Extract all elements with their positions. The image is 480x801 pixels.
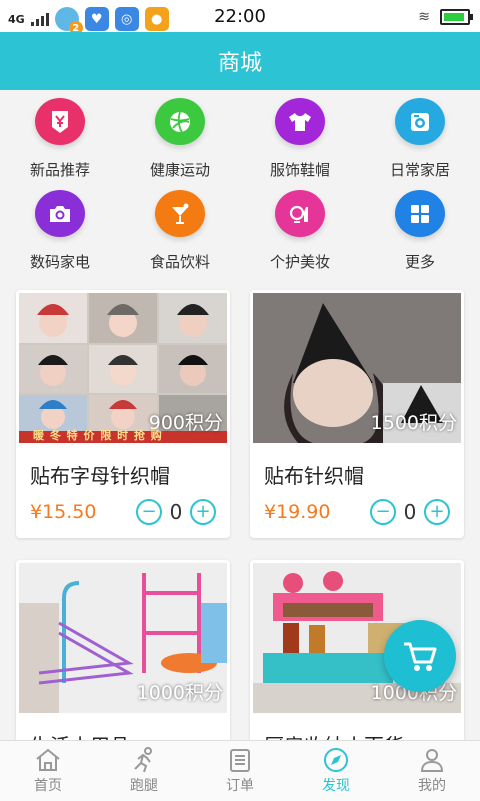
product-card[interactable]: 1000积分 生活小用品 (16, 560, 230, 760)
quantity-value: 0 (403, 500, 417, 524)
price-row: ¥15.50 − 0 + (16, 489, 230, 525)
points-label: 1000积分 (136, 682, 223, 704)
category-label: 更多 (404, 253, 435, 271)
quantity-value: 0 (169, 500, 183, 524)
runner-icon (134, 747, 152, 773)
product-card[interactable]: 1500积分 贴布针织帽 ¥19.90 − 0 + (250, 290, 464, 538)
category-label: 健康运动 (149, 161, 210, 179)
tab-errand[interactable]: 跑腿 (96, 741, 192, 801)
category-grid: 新品推荐 健康运动 服饰鞋帽 日常家居 数码家电 食品饮料 个护美妆 更多 (0, 90, 480, 280)
page-title: 商城 (217, 51, 262, 76)
category-label: 数码家电 (29, 253, 90, 271)
home-appliance-icon (395, 98, 445, 145)
tab-label: 发现 (322, 778, 350, 794)
decrease-button[interactable]: − (136, 499, 162, 525)
grid-more-icon (395, 190, 445, 237)
user-icon (420, 749, 444, 772)
category-label: 个护美妆 (269, 253, 330, 271)
camera-icon (35, 190, 85, 237)
product-image: 1500积分 (253, 293, 461, 443)
compass-icon (324, 748, 348, 772)
increase-button[interactable]: + (424, 499, 450, 525)
product-name: 贴布字母针织帽 (30, 464, 170, 488)
product-image: 暖 冬 特 价 限 时 抢 购 900积分 (19, 293, 227, 443)
wifi-icon: ≋ (418, 9, 430, 25)
category-food[interactable]: 食品饮料 (120, 182, 240, 272)
category-beauty[interactable]: 个护美妆 (240, 182, 360, 272)
category-label: 食品饮料 (149, 253, 210, 271)
category-more[interactable]: 更多 (360, 182, 480, 272)
bottom-tab-bar: 首页 跑腿 订单 发现 我的 (0, 740, 480, 801)
increase-button[interactable]: + (190, 499, 216, 525)
product-price: ¥19.90 (264, 501, 331, 523)
category-sports[interactable]: 健康运动 (120, 90, 240, 180)
sports-ball-icon (155, 98, 205, 145)
tab-label: 我的 (418, 778, 446, 794)
tab-label: 首页 (34, 778, 62, 794)
clipboard-icon (230, 749, 250, 772)
tshirt-icon (275, 98, 325, 145)
tab-home[interactable]: 首页 (0, 741, 96, 801)
quantity-stepper: − 0 + (370, 499, 450, 525)
decrease-button[interactable]: − (370, 499, 396, 525)
points-label: 1500积分 (370, 412, 457, 434)
price-row: ¥19.90 − 0 + (250, 489, 464, 525)
battery-icon (440, 9, 473, 25)
tab-label: 跑腿 (130, 778, 158, 794)
category-home[interactable]: 日常家居 (360, 90, 480, 180)
tab-discover[interactable]: 发现 (288, 741, 384, 801)
status-bar: 4G 2 ♥ ◎ ● 22:00 ≋ (0, 0, 480, 35)
cart-button[interactable] (384, 620, 456, 692)
category-new-arrivals[interactable]: 新品推荐 (0, 90, 120, 180)
promo-banner: 暖 冬 特 价 限 时 抢 购 (33, 429, 163, 442)
category-apparel[interactable]: 服饰鞋帽 (240, 90, 360, 180)
tab-label: 订单 (226, 778, 254, 794)
category-digital[interactable]: 数码家电 (0, 182, 120, 272)
home-icon (36, 748, 60, 771)
new-arrival-icon (35, 98, 85, 145)
tab-profile[interactable]: 我的 (384, 741, 480, 801)
product-name: 贴布针织帽 (264, 464, 364, 488)
category-label: 服饰鞋帽 (269, 161, 330, 179)
tab-orders[interactable]: 订单 (192, 741, 288, 801)
category-label: 新品推荐 (29, 161, 90, 179)
title-bar: 商城 (0, 32, 480, 90)
status-time: 22:00 (214, 6, 266, 27)
status-right: ≋ (418, 9, 473, 25)
points-label: 900积分 (148, 412, 223, 434)
category-label: 日常家居 (389, 161, 450, 179)
product-card[interactable]: 暖 冬 特 价 限 时 抢 购 900积分 贴布字母针织帽 ¥15.50 − 0… (16, 290, 230, 538)
drink-icon (155, 190, 205, 237)
cosmetics-icon (275, 190, 325, 237)
shopping-cart-icon (404, 642, 437, 671)
product-price: ¥15.50 (30, 501, 97, 523)
quantity-stepper: − 0 + (136, 499, 216, 525)
product-image: 1000积分 (19, 563, 227, 713)
